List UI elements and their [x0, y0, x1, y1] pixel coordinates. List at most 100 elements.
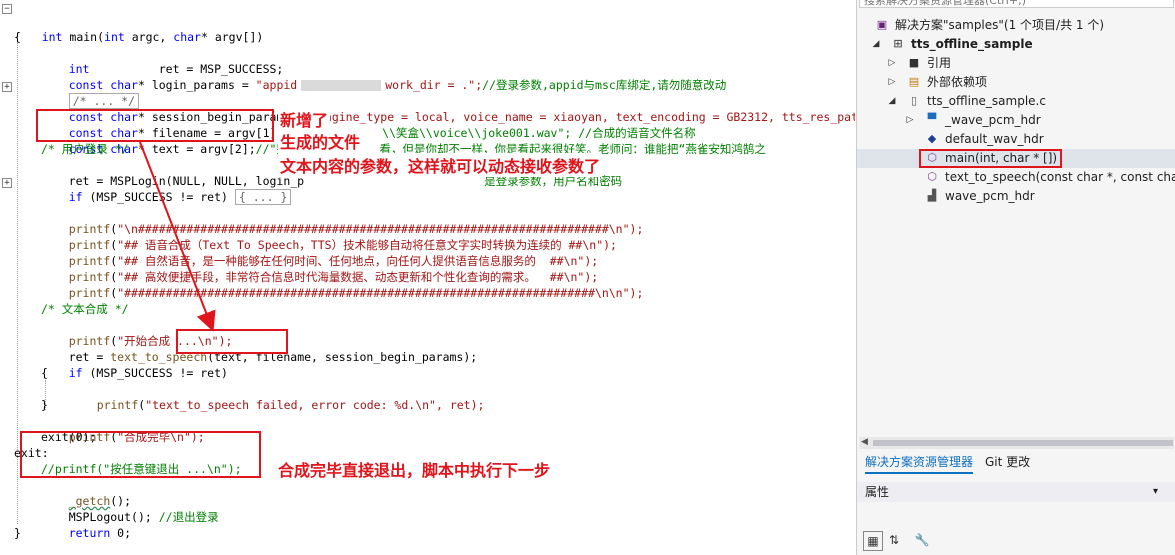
code-comment[interactable]: /* 文本合成 */: [41, 301, 129, 317]
solution-icon: ▣: [876, 18, 888, 31]
annotation-exit-note: 合成完毕直接退出，脚本中执行下一步: [278, 461, 551, 480]
code-token: (MSP_SUCCESS != ret): [82, 366, 228, 380]
code-token: if: [68, 366, 83, 380]
code-comment[interactable]: /* 用户登录 */: [41, 141, 129, 157]
annotation-new-added: 新增了: [278, 107, 331, 131]
code-line[interactable]: printf("## 自然语音，是一种能够在任何时间、任何地点，向任何人提供语音…: [41, 237, 599, 268]
code-token: if: [68, 190, 83, 204]
tree-item-solution[interactable]: ▣ 解决方案"samples"(1 个项目/共 1 个): [857, 16, 1175, 35]
tab-git-changes[interactable]: Git 更改: [985, 452, 1030, 472]
code-line[interactable]: const char* login_params = "appid work_di…: [41, 61, 727, 92]
highlight-box-main: [919, 149, 1062, 168]
c-file-icon: ▯: [910, 94, 918, 107]
code-token: 0;: [110, 526, 132, 540]
scroll-left-icon[interactable]: ◀: [861, 437, 868, 447]
project-icon: ⊞: [893, 37, 903, 50]
alphabetical-icon[interactable]: ⇅: [885, 531, 903, 549]
references-icon: ■: [908, 56, 920, 69]
tree-item-project[interactable]: ◢ ⊞ tts_offline_sample: [857, 35, 1175, 54]
tree-item-label: 外部依赖项: [927, 75, 988, 89]
code-line[interactable]: printf("## 语音合成（Text To Speech，TTS）技术能够自…: [41, 221, 617, 252]
horizontal-scrollbar[interactable]: ◀: [859, 437, 1174, 449]
tree-item-source-file[interactable]: ◢ ▯ tts_offline_sample.c: [857, 92, 1175, 111]
collapsed-arrow-icon[interactable]: ▷: [905, 111, 915, 130]
code-token: char: [173, 30, 201, 44]
highlight-box-args: [36, 109, 274, 142]
tree-item-label: default_wav_hdr: [945, 132, 1044, 146]
tree-item-label: wave_pcm_hdr: [945, 189, 1035, 203]
function-icon: ⬡: [927, 170, 937, 183]
code-token: return: [68, 526, 111, 540]
solution-search-input[interactable]: 搜索解决方案资源管理器(Ctrl+;): [859, 0, 1174, 8]
code-line[interactable]: printf("合成完毕\n");: [41, 413, 205, 444]
code-token: "text_to_speech failed, error code: %d.\…: [145, 398, 485, 412]
code-token: main(: [62, 30, 105, 44]
struct-icon: ▀: [927, 113, 937, 126]
code-line[interactable]: printf("text_to_speech failed, error cod…: [69, 381, 485, 412]
highlight-box-call-args: [176, 329, 288, 354]
tab-solution-explorer[interactable]: 解决方案资源管理器: [865, 452, 974, 474]
tree-item-references[interactable]: ▷ ■ 引用: [857, 54, 1175, 73]
code-line[interactable]: MSPLogout(); //退出登录: [41, 493, 219, 524]
tree-item-label: text_to_speech(const char *, const char: [945, 170, 1175, 184]
code-line[interactable]: }: [41, 397, 48, 413]
tree-item-symbol[interactable]: ◆ default_wav_hdr: [857, 130, 1175, 149]
wrench-icon[interactable]: 🔧: [913, 531, 931, 549]
collapsed-arrow-icon[interactable]: ▷: [887, 73, 897, 92]
annotation-text-param: 文本内容的参数，这样就可以动态接收参数了: [278, 153, 603, 177]
code-token: work_dir = .";: [385, 78, 483, 92]
code-line[interactable]: printf("\n##############################…: [41, 205, 644, 236]
panel-tabs: 解决方案资源管理器 Git 更改: [857, 452, 1175, 474]
code-token: "appid: [255, 78, 298, 92]
code-token: "#######################################…: [117, 286, 644, 300]
code-token: int: [104, 30, 125, 44]
properties-toolbar: ▦ ⇅ 🔧: [857, 527, 1175, 555]
tree-item-label: tts_offline_sample.c: [927, 94, 1046, 108]
code-line[interactable]: /* ... */: [41, 77, 140, 109]
expanded-arrow-icon[interactable]: ◢: [887, 92, 897, 111]
code-line[interactable]: if (MSP_SUCCESS != ret) { ... }: [41, 173, 292, 205]
code-line[interactable]: }: [14, 525, 21, 541]
code-token: (MSP_SUCCESS != ret): [82, 190, 228, 204]
fold-collapse-icon[interactable]: −: [2, 4, 12, 14]
code-line[interactable]: printf("## 高效便捷手段，非常符合信息时代海量数据、动态更新和个性化查…: [41, 253, 599, 284]
highlight-box-exit: [20, 431, 261, 478]
tree-item-label: 引用: [927, 56, 952, 70]
code-token: int: [41, 30, 63, 44]
code-line[interactable]: {: [14, 29, 21, 45]
code-line[interactable]: printf("################################…: [41, 269, 644, 300]
external-deps-icon: ▤: [908, 75, 920, 88]
code-token: printf: [96, 398, 139, 412]
fold-expand-icon[interactable]: +: [2, 178, 12, 188]
tree-item-symbol[interactable]: ⬡ text_to_speech(const char *, const cha…: [857, 168, 1175, 187]
code-line[interactable]: return 0;: [41, 509, 131, 540]
collapsed-arrow-icon[interactable]: ▷: [887, 54, 897, 73]
code-line[interactable]: const char* session_begin_params = "engi…: [41, 93, 855, 124]
code-line[interactable]: {: [41, 365, 48, 381]
typedef-icon: ▟: [927, 189, 937, 202]
fold-expand-icon[interactable]: +: [2, 82, 12, 92]
code-editor[interactable]: − + + int main(int argc, char* argv[]) {…: [0, 0, 855, 555]
annotation-generated-file: 生成的文件: [278, 129, 363, 153]
scrollbar-thumb[interactable]: [873, 440, 1173, 446]
collapsed-region[interactable]: { ... }: [234, 189, 292, 205]
tree-item-label: 解决方案"samples"(1 个项目/共 1 个): [895, 18, 1105, 32]
tree-item-symbol-selected[interactable]: ⬡ main(int, char * []): [857, 149, 1175, 168]
redacted-block: [301, 80, 382, 91]
code-token: * argv[]): [200, 30, 264, 44]
variable-icon: ◆: [927, 132, 937, 145]
code-token: printf: [68, 286, 111, 300]
properties-header: 属性 ▾: [857, 482, 1175, 502]
categorized-icon[interactable]: ▦: [863, 531, 883, 551]
expanded-arrow-icon[interactable]: ◢: [871, 35, 881, 54]
code-line[interactable]: int main(int argc, char* argv[]): [14, 13, 264, 44]
code-token: * login_params =: [137, 78, 256, 92]
tree-item-symbol[interactable]: ▟ wave_pcm_hdr: [857, 187, 1175, 206]
code-line[interactable]: _getch();: [41, 477, 131, 508]
code-line[interactable]: int ret = MSP_SUCCESS;: [41, 45, 284, 76]
code-token: * text = argv[2];: [137, 142, 256, 156]
tree-item-external-deps[interactable]: ▷ ▤ 外部依赖项: [857, 73, 1175, 92]
dropdown-arrow-icon[interactable]: ▾: [1153, 482, 1158, 502]
properties-title: 属性: [865, 485, 890, 499]
tree-item-symbol[interactable]: ▷ ▀ _wave_pcm_hdr: [857, 111, 1175, 130]
